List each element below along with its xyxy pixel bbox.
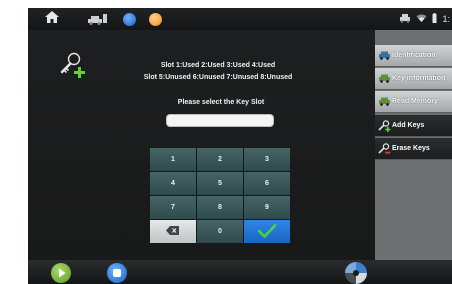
checkmark-icon xyxy=(257,223,277,240)
car-identification-icon xyxy=(377,49,391,63)
sidebar-item-key-information[interactable]: Key information xyxy=(375,68,452,90)
wifi-icon xyxy=(416,13,427,25)
sidebar-item-read-memory[interactable]: Read Memory xyxy=(375,91,452,113)
tablet-screen: 1: Slot 1:Used 2:Used 3:Used 4:Used Slot… xyxy=(28,8,452,284)
sidebar-item-identification[interactable]: Identification xyxy=(375,45,452,67)
stop-button[interactable] xyxy=(107,263,127,283)
sidebar-item-label: Identification xyxy=(392,52,436,59)
key-info-icon xyxy=(377,72,391,86)
sidebar-item-add-keys[interactable]: Add Keys xyxy=(375,115,452,137)
add-key-icon xyxy=(59,50,89,83)
status-bar: 1: xyxy=(28,8,452,30)
keypad-key-4[interactable]: 4 xyxy=(150,172,196,195)
color-wheel-icon[interactable] xyxy=(344,262,368,284)
play-button[interactable] xyxy=(51,263,71,283)
play-icon xyxy=(59,268,66,278)
slot-status-line-1: Slot 1:Used 2:Used 3:Used 4:Used xyxy=(160,62,276,69)
sidebar-item-label: Read Memory xyxy=(392,98,438,105)
bluetooth-car-icon xyxy=(399,12,411,25)
info-badge-icon xyxy=(123,13,136,26)
sidebar-item-erase-keys[interactable]: Erase Keys xyxy=(375,138,452,160)
keypad-key-6[interactable]: 6 xyxy=(244,172,290,195)
home-icon[interactable] xyxy=(44,10,60,29)
bottom-toolbar xyxy=(28,260,452,284)
car-icon[interactable] xyxy=(87,12,109,30)
keypad-key-3[interactable]: 3 xyxy=(244,148,290,171)
read-memory-icon xyxy=(377,95,391,109)
battery-icon xyxy=(432,12,437,25)
key-slot-input[interactable] xyxy=(166,114,274,127)
clock: 1: xyxy=(442,13,450,24)
sidebar-item-label: Erase Keys xyxy=(392,145,430,152)
keypad-key-8[interactable]: 8 xyxy=(197,196,243,219)
keypad-key-5[interactable]: 5 xyxy=(197,172,243,195)
keypad-key-9[interactable]: 9 xyxy=(244,196,290,219)
slot-status: Slot 1:Used 2:Used 3:Used 4:Used Slot 5:… xyxy=(88,60,348,84)
keypad-key-2[interactable]: 2 xyxy=(197,148,243,171)
key-slot-panel: Slot 1:Used 2:Used 3:Used 4:Used Slot 5:… xyxy=(28,30,375,260)
keypad-key-0[interactable]: 0 xyxy=(197,220,243,243)
status-indicators: 1: xyxy=(399,12,450,25)
add-key-icon xyxy=(377,119,391,133)
function-sidebar: Identification Key information Read Memo… xyxy=(375,30,452,260)
orange-badge-icon xyxy=(149,13,162,26)
numeric-keypad: 1 2 3 4 5 6 7 8 9 0 xyxy=(150,148,290,243)
erase-key-icon xyxy=(377,142,391,156)
confirm-button[interactable] xyxy=(244,220,290,243)
backspace-icon xyxy=(166,226,180,237)
keypad-key-7[interactable]: 7 xyxy=(150,196,196,219)
sidebar-item-label: Add Keys xyxy=(392,122,425,129)
keypad-key-1[interactable]: 1 xyxy=(150,148,196,171)
backspace-button[interactable] xyxy=(150,220,196,243)
slot-status-line-2: Slot 5:Unused 6:Unused 7:Unused 8:Unused xyxy=(143,74,293,81)
select-slot-prompt: Please select the Key Slot xyxy=(177,99,265,106)
sidebar-item-label: Key information xyxy=(392,75,446,82)
